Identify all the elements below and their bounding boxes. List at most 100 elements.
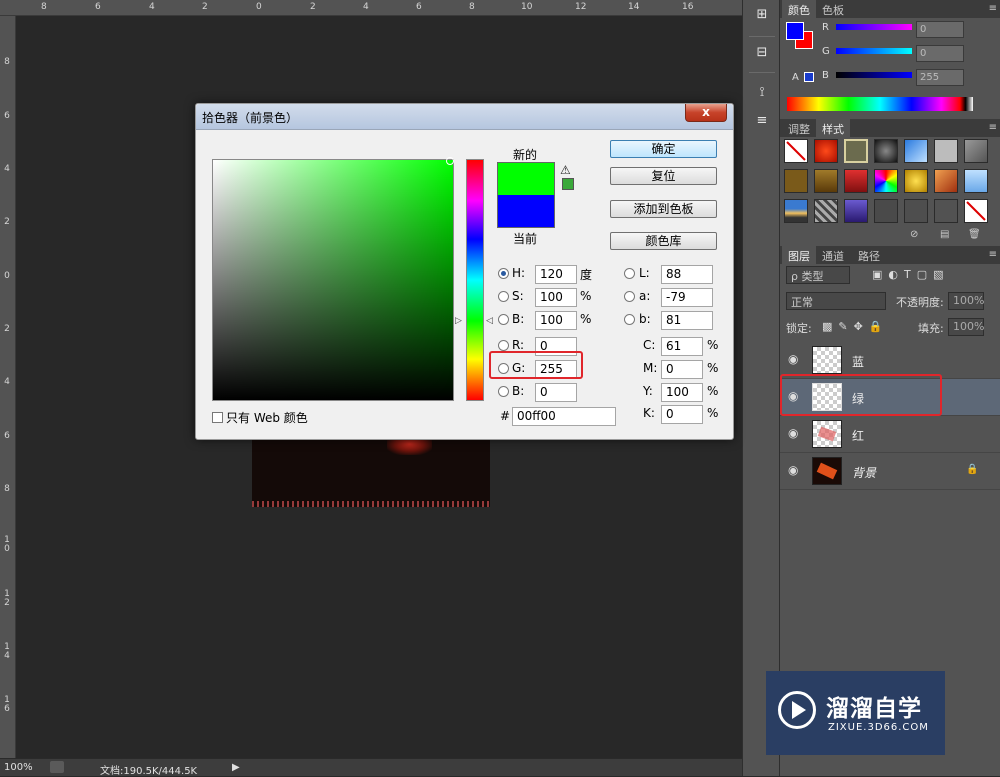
opacity-field[interactable]: 100% <box>948 292 984 310</box>
tab-channels[interactable]: 通道 <box>816 246 850 264</box>
style-swatch[interactable] <box>964 139 988 163</box>
blue-field[interactable]: 0 <box>535 383 577 402</box>
status-menu-arrow-icon[interactable]: ▶ <box>232 762 240 773</box>
web-colors-checkbox[interactable] <box>212 412 223 423</box>
tab-swatches[interactable]: 色板 <box>816 0 850 18</box>
blend-mode-select[interactable]: 正常 <box>786 292 886 310</box>
color-g-field[interactable]: 0 <box>916 45 964 62</box>
tab-styles[interactable]: 样式 <box>816 119 850 137</box>
delete-style-icon[interactable]: 🗑 <box>968 229 981 240</box>
gamut-correction-swatch[interactable] <box>562 178 574 190</box>
style-swatch[interactable] <box>904 139 928 163</box>
foreground-color-swatch[interactable] <box>786 22 804 40</box>
color-b-slider[interactable] <box>836 72 912 78</box>
dialog-titlebar[interactable]: 拾色器（前景色） x <box>196 104 733 130</box>
fill-field[interactable]: 100% <box>948 318 984 336</box>
style-swatch[interactable] <box>934 169 958 193</box>
tab-layers[interactable]: 图层 <box>782 246 816 264</box>
style-none[interactable] <box>784 139 808 163</box>
document-canvas[interactable] <box>252 433 490 507</box>
visibility-eye-icon[interactable]: ◉ <box>788 352 798 366</box>
a-radio[interactable] <box>624 291 635 302</box>
blue-radio[interactable] <box>498 386 509 397</box>
color-r-slider[interactable] <box>836 24 912 30</box>
style-swatch[interactable] <box>814 169 838 193</box>
panel-menu-icon[interactable]: ≡ <box>989 3 997 14</box>
m-label: M: <box>643 361 658 375</box>
layer-filter-icons[interactable]: ▣◐T▢▧ <box>872 268 950 281</box>
layer-row[interactable]: ◉ 红 <box>780 416 1000 453</box>
tab-paths[interactable]: 路径 <box>852 246 886 264</box>
r-radio[interactable] <box>498 340 509 351</box>
style-swatch[interactable] <box>934 199 958 223</box>
color-libraries-button[interactable]: 颜色库 <box>610 232 717 250</box>
hue-slider-handle-icon[interactable]: ▷ <box>455 316 462 326</box>
l-radio[interactable] <box>624 268 635 279</box>
s-field[interactable]: 100 <box>535 288 577 307</box>
style-swatch[interactable] <box>904 199 928 223</box>
status-icon[interactable] <box>50 761 64 773</box>
style-swatch[interactable] <box>964 169 988 193</box>
web-safe-swatch[interactable] <box>804 72 814 82</box>
layer-row[interactable]: ◉ 背景 🔒 <box>780 453 1000 490</box>
tab-color[interactable]: 颜色 <box>782 0 816 18</box>
web-colors-only-option[interactable]: 只有 Web 颜色 <box>212 409 308 426</box>
a-field[interactable]: -79 <box>661 288 713 307</box>
hue-slider-handle-icon[interactable]: ◁ <box>486 316 493 326</box>
ok-button[interactable]: 确定 <box>610 140 717 158</box>
lab-b-field[interactable]: 81 <box>661 311 713 330</box>
style-swatch[interactable] <box>844 139 868 163</box>
add-to-swatches-button[interactable]: 添加到色板 <box>610 200 717 218</box>
clear-style-icon[interactable]: ⊘ <box>910 229 918 240</box>
visibility-eye-icon[interactable]: ◉ <box>788 463 798 477</box>
style-none[interactable] <box>964 199 988 223</box>
reset-button[interactable]: 复位 <box>610 167 717 185</box>
style-swatch[interactable] <box>934 139 958 163</box>
style-swatch[interactable] <box>874 139 898 163</box>
style-swatch[interactable] <box>874 169 898 193</box>
hue-slider[interactable] <box>466 159 484 401</box>
h-field[interactable]: 120 <box>535 265 577 284</box>
hex-field[interactable]: 00ff00 <box>512 407 616 426</box>
style-swatch[interactable] <box>784 199 808 223</box>
k-field[interactable]: 0 <box>661 405 703 424</box>
style-swatch[interactable] <box>814 139 838 163</box>
lock-icons[interactable]: ▩✎✥🔒 <box>822 320 889 333</box>
brush-preset-icon[interactable]: ⟟ <box>750 84 774 102</box>
y-field[interactable]: 100 <box>661 383 703 402</box>
c-field[interactable]: 61 <box>661 337 703 356</box>
l-field[interactable]: 88 <box>661 265 713 284</box>
m-field[interactable]: 0 <box>661 360 703 379</box>
current-color-preview[interactable] <box>497 195 555 228</box>
color-field[interactable] <box>212 159 454 401</box>
style-swatch[interactable] <box>874 199 898 223</box>
b-field[interactable]: 100 <box>535 311 577 330</box>
zoom-level[interactable]: 100% <box>4 762 33 773</box>
h-radio[interactable] <box>498 268 509 279</box>
warning-icon[interactable]: ⚠ <box>560 163 571 177</box>
style-swatch[interactable] <box>844 199 868 223</box>
panel-menu-icon[interactable]: ≡ <box>989 249 997 260</box>
style-swatch[interactable] <box>814 199 838 223</box>
s-radio[interactable] <box>498 291 509 302</box>
style-swatch[interactable] <box>784 169 808 193</box>
tab-adjustments[interactable]: 调整 <box>782 119 816 137</box>
history-icon[interactable]: ⊞ <box>750 6 774 24</box>
new-style-icon[interactable]: ▤ <box>940 229 949 240</box>
l-label: L: <box>639 266 650 280</box>
color-field-marker[interactable] <box>446 157 454 165</box>
color-spectrum-bar[interactable] <box>787 97 973 111</box>
layer-filter-select[interactable]: ρ 类型 <box>786 266 850 284</box>
tool-preset-icon[interactable]: ≡ <box>750 112 774 130</box>
color-r-field[interactable]: 0 <box>916 21 964 38</box>
style-swatch[interactable] <box>904 169 928 193</box>
b-radio[interactable] <box>498 314 509 325</box>
panel-menu-icon[interactable]: ≡ <box>989 122 997 133</box>
properties-icon[interactable]: ⊟ <box>750 44 774 62</box>
style-swatch[interactable] <box>844 169 868 193</box>
color-b-field[interactable]: 255 <box>916 69 964 86</box>
visibility-eye-icon[interactable]: ◉ <box>788 426 798 440</box>
close-button[interactable]: x <box>685 104 727 122</box>
color-g-slider[interactable] <box>836 48 912 54</box>
lab-b-radio[interactable] <box>624 314 635 325</box>
